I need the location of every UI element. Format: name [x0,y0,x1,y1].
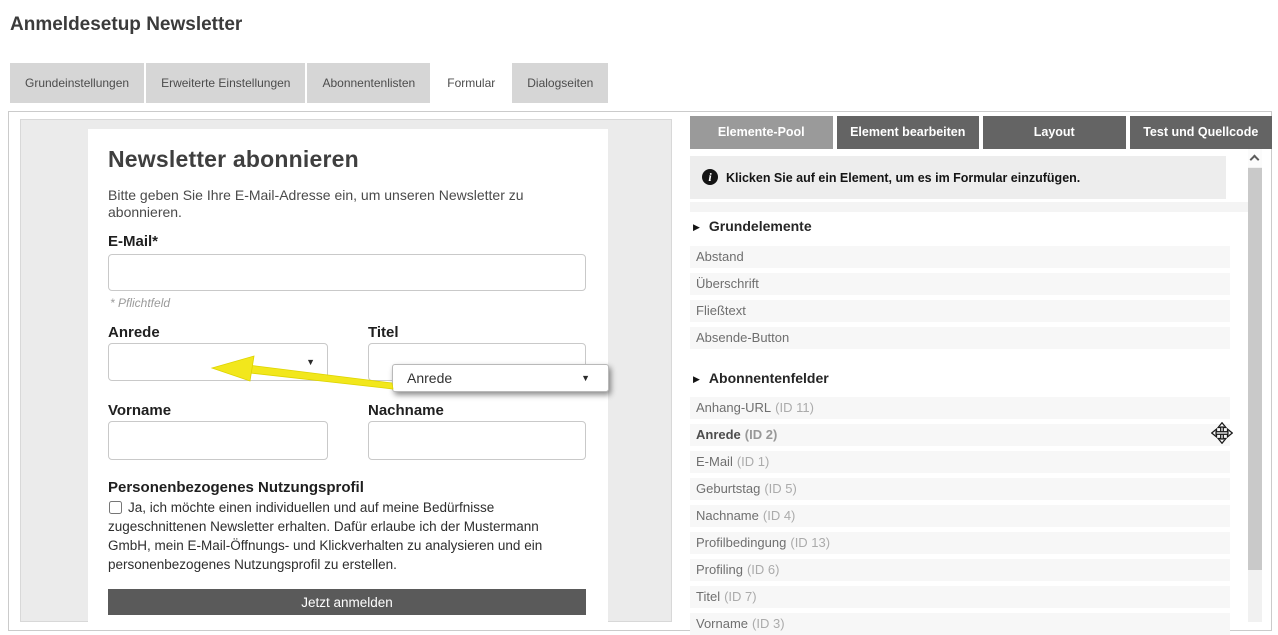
pool-item-label: Abstand [696,249,744,264]
pool-item-label: Überschrift [696,276,759,291]
tab-erweiterte-einstellungen[interactable]: Erweiterte Einstellungen [146,63,305,103]
pool-item-label: Vorname [696,616,748,631]
pool-item-id: (ID 4) [763,508,796,523]
profile-heading: Personenbezogenes Nutzungsprofil [108,479,364,496]
scrollbar-thumb[interactable] [1248,168,1262,570]
editor-tab-elemente-pool[interactable]: Elemente-Pool [690,116,833,149]
tab-abonnentenlisten[interactable]: Abonnentenlisten [307,63,430,103]
pool-item-label: Fließtext [696,303,746,318]
pool-item-label: Anhang-URL [696,400,771,415]
element-pool-hint-text: Klicken Sie auf ein Element, um es im Fo… [726,171,1080,185]
editor-tab-element-bearbeiten[interactable]: Element bearbeiten [837,116,980,149]
pool-item-titel[interactable]: Titel (ID 7) [690,586,1230,608]
triangle-right-icon: ▶ [693,222,700,232]
pool-item-absende-button[interactable]: Absende-Button [690,327,1230,349]
nachname-label: Nachname [368,402,444,419]
pool-item-id: (ID 11) [775,400,814,415]
titel-label: Titel [368,324,399,341]
pool-item-profilbedingung[interactable]: Profilbedingung (ID 13) [690,532,1230,554]
pool-item-anrede[interactable]: Anrede (ID 2) [690,424,1230,446]
pool-item-label: Nachname [696,508,759,523]
chevron-up-icon [1250,155,1260,165]
scrollbar-track[interactable] [1248,149,1262,622]
chevron-down-icon: ▼ [581,373,590,383]
setup-tabbar: Grundeinstellungen Erweiterte Einstellun… [10,63,608,103]
triangle-right-icon: ▶ [693,374,700,384]
editor-tabbar: Elemente-Pool Element bearbeiten Layout … [690,116,1272,149]
section-title: Abonnentenfelder [709,370,829,386]
pool-item-id: (ID 13) [790,535,830,550]
pool-item-id: (ID 7) [724,589,757,604]
required-hint: * Pflichtfeld [110,296,170,310]
element-pool-hint: i Klicken Sie auf ein Element, um es im … [690,156,1226,199]
pool-item-label: Anrede [696,427,741,442]
submit-button[interactable]: Jetzt anmelden [108,589,586,615]
pool-item-e-mail[interactable]: E-Mail (ID 1) [690,451,1230,473]
pool-item-abstand[interactable]: Abstand [690,246,1230,268]
pool-item-anhang-url[interactable]: Anhang-URL (ID 11) [690,397,1230,419]
pool-item-profiling[interactable]: Profiling (ID 6) [690,559,1230,581]
pool-item-id: (ID 6) [747,562,780,577]
pool-item-ueberschrift[interactable]: Überschrift [690,273,1230,295]
consent-checkbox[interactable] [109,501,122,514]
pool-item-label: Profilbedingung [696,535,786,550]
email-field[interactable] [108,254,586,291]
form-intro-text: Bitte geben Sie Ihre E-Mail-Adresse ein,… [108,187,570,221]
pool-item-label: Profiling [696,562,743,577]
section-title: Grundelemente [709,218,812,234]
pool-item-id: (ID 2) [745,427,778,442]
vorname-field[interactable] [108,421,328,460]
pool-item-label: Geburtstag [696,481,760,496]
form-title: Newsletter abonnieren [108,146,359,173]
tab-dialogseiten[interactable]: Dialogseiten [512,63,608,103]
pool-item-geburtstag[interactable]: Geburtstag (ID 5) [690,478,1230,500]
nachname-field[interactable] [368,421,586,460]
scrollbar-up-button[interactable] [1248,149,1262,167]
editor-tab-test-und-quellcode[interactable]: Test und Quellcode [1130,116,1273,149]
editor-tab-layout[interactable]: Layout [983,116,1126,149]
pool-item-label: Absende-Button [696,330,789,345]
move-cursor-icon [1211,422,1233,444]
section-abonnentenfelder-header[interactable]: ▶ Abonnentenfelder [693,370,829,388]
vorname-label: Vorname [108,402,171,419]
section-divider [690,202,1248,212]
pool-item-fliesstext[interactable]: Fließtext [690,300,1230,322]
tab-formular[interactable]: Formular [432,63,510,103]
pool-item-nachname[interactable]: Nachname (ID 4) [690,505,1230,527]
pool-item-label: Titel [696,589,720,604]
pool-item-id: (ID 3) [752,616,785,631]
pool-item-label: E-Mail [696,454,733,469]
drag-direction-arrow-icon [190,352,430,400]
email-label: E-Mail* [108,233,158,250]
page-title: Anmeldesetup Newsletter [10,14,242,36]
consent-block: Ja, ich möchte einen individuellen und a… [108,498,570,574]
tab-grundeinstellungen[interactable]: Grundeinstellungen [10,63,144,103]
pool-item-vorname[interactable]: Vorname (ID 3) [690,613,1230,635]
pool-item-id: (ID 5) [764,481,797,496]
pool-item-id: (ID 1) [737,454,770,469]
consent-text: Ja, ich möchte einen individuellen und a… [108,500,542,572]
section-grundelemente-header[interactable]: ▶ Grundelemente [693,218,812,236]
info-icon: i [702,169,718,185]
anrede-label: Anrede [108,324,160,341]
